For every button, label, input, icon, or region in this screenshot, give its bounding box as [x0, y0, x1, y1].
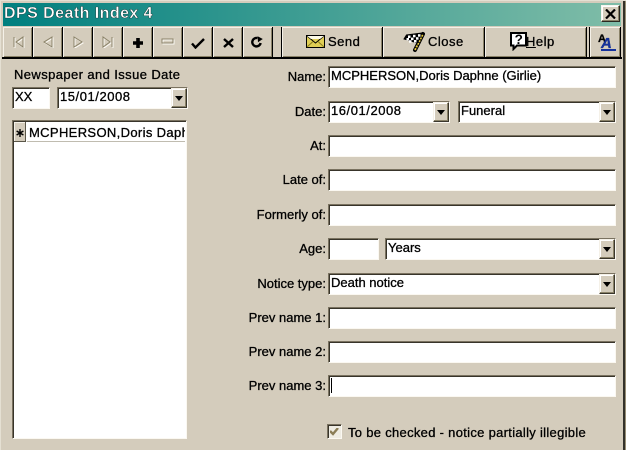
- svg-text:?: ?: [515, 32, 523, 47]
